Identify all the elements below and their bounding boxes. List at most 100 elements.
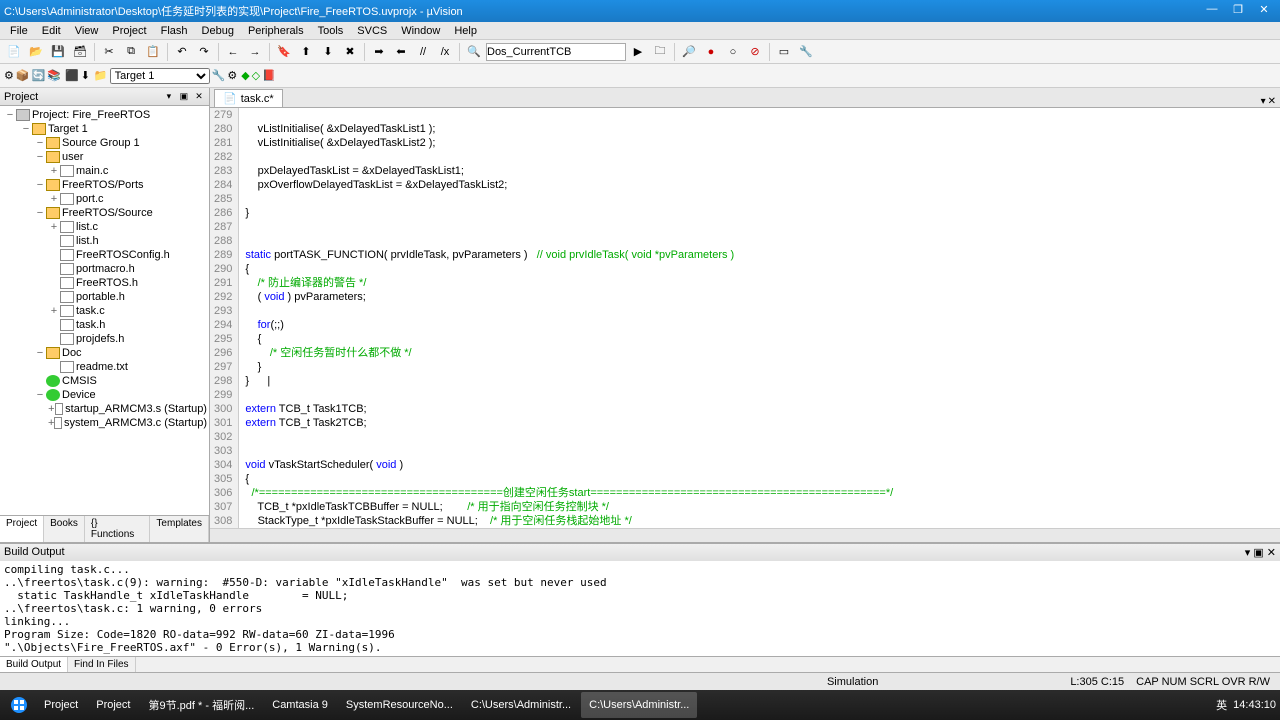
expand-icon[interactable]: − [20,123,32,135]
tree-item[interactable]: FreeRTOSConfig.h [2,248,207,262]
panel-dropdown-icon[interactable]: ▾ [1245,547,1251,559]
find-icon[interactable]: 🔍 [464,42,484,62]
tree-item[interactable]: projdefs.h [2,332,207,346]
menu-project[interactable]: Project [106,24,152,38]
find-in-files-icon[interactable]: 🗀 [650,42,670,62]
rte-icon[interactable]: ◇ [252,69,260,82]
find-next-icon[interactable]: ▶ [628,42,648,62]
build-icon[interactable]: 📦 [16,69,30,82]
tree-item[interactable]: FreeRTOS.h [2,276,207,290]
new-file-icon[interactable]: 📄 [4,42,24,62]
tree-item[interactable]: −FreeRTOS/Source [2,206,207,220]
options-icon[interactable]: ⚙ [227,69,237,82]
paste-icon[interactable]: 📋 [143,42,163,62]
taskbar-item[interactable]: 第9节.pdf * - 福昕阅... [141,692,263,718]
build-tab[interactable]: Find In Files [68,657,135,672]
tab-dropdown-icon[interactable]: ▾ [1261,96,1266,107]
expand-icon[interactable]: − [4,109,16,121]
expand-icon[interactable]: − [34,347,46,359]
start-button[interactable] [4,692,34,718]
tree-item[interactable]: +main.c [2,164,207,178]
tree-item[interactable]: task.h [2,318,207,332]
translate-icon[interactable]: ⚙ [4,69,14,82]
menu-peripherals[interactable]: Peripherals [242,24,310,38]
tree-item[interactable]: readme.txt [2,360,207,374]
tree-item[interactable]: −user [2,150,207,164]
minimize-button[interactable]: — [1200,3,1224,19]
panel-tab[interactable]: {} Functions [85,516,151,542]
panel-close-icon[interactable]: ✕ [193,91,205,103]
tree-item[interactable]: +startup_ARMCM3.s (Startup) [2,402,207,416]
tree-item[interactable]: +task.c [2,304,207,318]
undo-icon[interactable]: ↶ [172,42,192,62]
expand-icon[interactable]: + [48,403,55,415]
bookmark-prev-icon[interactable]: ⬆ [296,42,316,62]
search-combo[interactable] [486,43,626,61]
panel-tab[interactable]: Books [44,516,85,542]
build-tab[interactable]: Build Output [0,657,68,672]
open-file-icon[interactable]: 📂 [26,42,46,62]
tree-item[interactable]: −Source Group 1 [2,136,207,150]
menu-svcs[interactable]: SVCS [351,24,393,38]
expand-icon[interactable]: − [34,151,46,163]
bookmark-icon[interactable]: 🔖 [274,42,294,62]
batch-build-icon[interactable]: 📚 [47,69,61,82]
system-tray[interactable]: 英 14:43:10 [1216,697,1276,713]
panel-close-icon[interactable]: ✕ [1267,547,1276,559]
maximize-button[interactable]: ❐ [1226,3,1250,19]
horizontal-scrollbar[interactable] [210,528,1280,542]
target-select[interactable]: Target 1 [110,68,210,84]
tree-item[interactable]: −Device [2,388,207,402]
breakpoint-icon[interactable]: ● [701,42,721,62]
window-icon[interactable]: ▭ [774,42,794,62]
comment-icon[interactable]: // [413,42,433,62]
expand-icon[interactable]: + [48,193,60,205]
copy-icon[interactable]: ⧉ [121,42,141,62]
taskbar-item[interactable]: Project [36,692,86,718]
expand-icon[interactable]: + [48,305,60,317]
books-icon[interactable]: 📕 [262,69,276,82]
breakpoint-kill-icon[interactable]: ⊘ [745,42,765,62]
tree-item[interactable]: +port.c [2,192,207,206]
panel-dropdown-icon[interactable]: ▾ [163,91,175,103]
menu-tools[interactable]: Tools [312,24,350,38]
tree-root[interactable]: − Project: Fire_FreeRTOS [2,108,207,122]
outdent-icon[interactable]: ⬅ [391,42,411,62]
rebuild-icon[interactable]: 🔄 [32,69,46,82]
taskbar-item[interactable]: C:\Users\Administr... [463,692,579,718]
tree-item[interactable]: list.h [2,234,207,248]
expand-icon[interactable]: − [34,207,46,219]
tree-item[interactable]: −Target 1 [2,122,207,136]
tab-close-icon[interactable]: ✕ [1268,96,1276,107]
configure-icon[interactable]: 🔧 [796,42,816,62]
panel-tab[interactable]: Project [0,516,44,542]
tree-item[interactable]: −Doc [2,346,207,360]
expand-icon[interactable]: − [34,389,46,401]
panel-pin-icon[interactable]: ▣ [178,91,190,103]
expand-icon[interactable]: − [34,137,46,149]
taskbar-item[interactable]: Camtasia 9 [264,692,336,718]
menu-debug[interactable]: Debug [196,24,240,38]
tree-item[interactable]: portable.h [2,290,207,304]
tree-item[interactable]: +system_ARMCM3.c (Startup) [2,416,207,430]
menu-help[interactable]: Help [448,24,483,38]
menu-flash[interactable]: Flash [155,24,194,38]
taskbar-item[interactable]: SystemResourceNo... [338,692,461,718]
taskbar-item[interactable]: Project [88,692,138,718]
taskbar-item[interactable]: C:\Users\Administr... [581,692,697,718]
menu-view[interactable]: View [69,24,105,38]
tree-item[interactable]: portmacro.h [2,262,207,276]
nav-forward-icon[interactable]: → [245,42,265,62]
tree-item[interactable]: −FreeRTOS/Ports [2,178,207,192]
expand-icon[interactable]: + [48,221,60,233]
uncomment-icon[interactable]: /x [435,42,455,62]
tree-item[interactable]: CMSIS [2,374,207,388]
tree-item[interactable]: +list.c [2,220,207,234]
menu-file[interactable]: File [4,24,34,38]
target-options-icon[interactable]: 📁 [94,69,108,82]
cut-icon[interactable]: ✂ [99,42,119,62]
nav-back-icon[interactable]: ← [223,42,243,62]
indent-icon[interactable]: ➡ [369,42,389,62]
tray-ime[interactable]: 英 [1216,697,1227,713]
expand-icon[interactable]: − [34,179,46,191]
